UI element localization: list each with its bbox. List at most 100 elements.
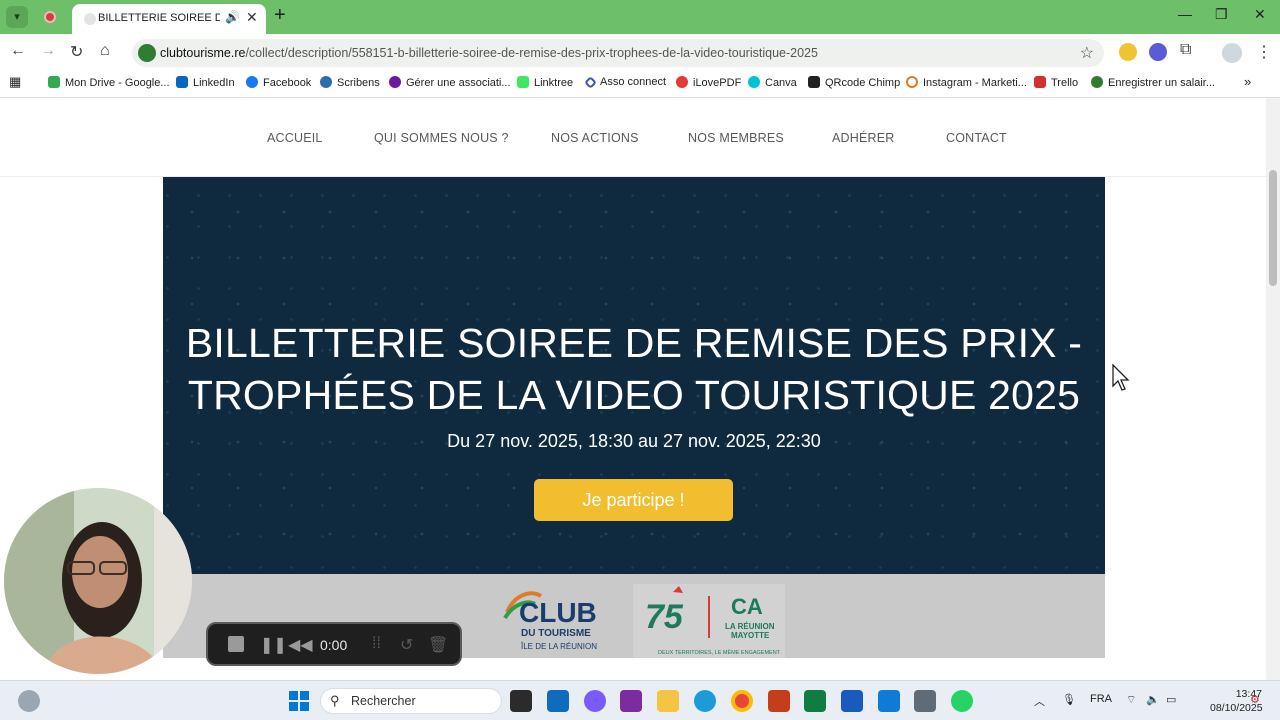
extensions-puzzle-icon[interactable]: ⧉: [1180, 41, 1191, 59]
calculator-icon[interactable]: [914, 690, 936, 712]
browser-tab-active[interactable]: BILLETTERIE SOIREE DE REMISE 🔊 ✕: [72, 4, 266, 34]
participate-button[interactable]: Je participe !: [534, 479, 733, 521]
profile-avatar[interactable]: [1222, 43, 1242, 63]
bookmark-item[interactable]: Scribens: [320, 76, 380, 89]
outlook-icon[interactable]: [547, 690, 569, 712]
bookmark-label: Facebook: [263, 77, 312, 89]
bookmark-item[interactable]: Mon Drive - Google...: [48, 76, 170, 89]
grid-icon[interactable]: ⁞⁞: [372, 635, 381, 653]
drive-icon: [48, 76, 60, 88]
trello-icon: [1034, 76, 1046, 88]
tab-search-button[interactable]: ▾: [6, 6, 28, 28]
tab-close-icon[interactable]: ✕: [246, 9, 258, 26]
site-info-icon[interactable]: [138, 44, 156, 62]
bookmark-label: Trello: [1051, 77, 1079, 89]
apps-grid-icon[interactable]: ▦: [9, 74, 21, 90]
bookmark-item[interactable]: LinkedIn: [176, 76, 235, 89]
widgets-icon[interactable]: [18, 690, 40, 712]
ca-line: LA RÉUNION: [725, 622, 775, 631]
nav-qui-sommes-nous[interactable]: QUI SOMMES NOUS ?: [374, 131, 509, 145]
bookmark-item[interactable]: Asso connect: [584, 76, 666, 89]
address-bar[interactable]: clubtourisme.re/collect/description/5581…: [132, 39, 1104, 67]
tab-title: BILLETTERIE SOIREE DE REMISE: [98, 12, 220, 24]
restart-icon[interactable]: ↺: [400, 635, 413, 655]
back-icon[interactable]: ←: [10, 42, 26, 60]
language-indicator[interactable]: FRA: [1090, 693, 1112, 705]
volume-icon[interactable]: 🔈: [1146, 693, 1160, 706]
nav-nos-actions[interactable]: NOS ACTIONS: [551, 131, 639, 145]
whatsapp-icon[interactable]: [951, 690, 973, 712]
microphone-icon[interactable]: 🎙: [1062, 693, 1076, 706]
bookmark-label: Mon Drive - Google...: [65, 77, 170, 89]
delete-icon[interactable]: 🗑: [428, 635, 448, 655]
bookmark-item[interactable]: Gérer une associati...: [389, 76, 511, 89]
url-host: clubtourisme.re: [160, 46, 246, 60]
scrollbar-thumb[interactable]: [1269, 170, 1277, 286]
browser-menu-icon[interactable]: ⋮: [1256, 42, 1272, 62]
windows-taskbar: ⚲ Rechercher ︿ 🎙 FRA ⌔ 🔈 ▭ 13:47 08/10/2…: [0, 680, 1280, 720]
bookmark-item[interactable]: iLovePDF: [676, 76, 741, 89]
facebook-icon: [246, 76, 258, 88]
wifi-icon[interactable]: ⌔: [1126, 693, 1136, 707]
webcam-overlay: [4, 488, 192, 674]
rewind-icon[interactable]: ◀◀: [288, 635, 313, 655]
tab-audio-icon[interactable]: 🔊: [225, 10, 240, 24]
notification-icon[interactable]: ⚙: [1250, 693, 1260, 706]
event-title-line: BILLETTERIE SOIREE DE REMISE DES PRIX -: [185, 320, 1083, 366]
minimize-button[interactable]: —: [1178, 6, 1192, 22]
nav-accueil[interactable]: ACCUEIL: [267, 131, 323, 145]
maximize-button[interactable]: ❐: [1215, 6, 1228, 23]
powerpoint-icon[interactable]: [768, 690, 790, 712]
battery-icon[interactable]: ▭: [1166, 693, 1176, 706]
task-view-icon[interactable]: [510, 690, 532, 712]
bookmark-item[interactable]: QRcode Chimp: [808, 76, 900, 89]
outlook-new-icon[interactable]: [878, 690, 900, 712]
canva-icon: [748, 76, 760, 88]
stop-icon[interactable]: [228, 636, 244, 652]
tray-overflow-icon[interactable]: ︿: [1034, 693, 1045, 709]
ca-75-text: 75: [645, 598, 684, 636]
instagram-icon: [906, 76, 918, 88]
home-icon[interactable]: ⌂: [100, 42, 110, 60]
club-tourisme-logo: CLUB DU TOURISME ÎLE DE LA RÉUNION: [503, 591, 597, 651]
onenote-icon[interactable]: [620, 690, 642, 712]
nav-contact[interactable]: CONTACT: [946, 131, 1007, 145]
window-close-button[interactable]: ✕: [1254, 6, 1266, 23]
screen-recorder-controls: ❚❚ ◀◀ 0:00 ⁞⁞ ↺ 🗑: [206, 622, 462, 666]
bookmark-item[interactable]: Instagram - Marketi...: [906, 76, 1027, 89]
bookmark-icon: [1091, 76, 1103, 88]
mouse-cursor-icon: [1112, 364, 1130, 391]
bookmark-star-icon[interactable]: ☆: [1080, 43, 1094, 63]
extension-icon[interactable]: [1119, 43, 1137, 61]
bookmark-item[interactable]: Linktree: [517, 76, 573, 89]
copilot-icon[interactable]: [584, 690, 606, 712]
forward-icon[interactable]: →: [40, 42, 56, 60]
chrome-icon[interactable]: [731, 690, 753, 712]
event-date: Du 27 nov. 2025, 18:30 au 27 nov. 2025, …: [447, 431, 821, 451]
edge-icon[interactable]: [694, 690, 716, 712]
taskbar-search[interactable]: ⚲ Rechercher: [320, 688, 502, 714]
qrcode-icon: [808, 76, 820, 88]
bookmark-item[interactable]: Facebook: [246, 76, 311, 89]
recording-timer: 0:00: [320, 637, 348, 653]
word-icon[interactable]: [841, 690, 863, 712]
page-scrollbar[interactable]: [1266, 98, 1280, 680]
new-tab-button[interactable]: +: [274, 4, 286, 27]
file-explorer-icon[interactable]: [657, 690, 679, 712]
assoconnect-icon: [584, 76, 597, 89]
windows-start-icon[interactable]: [288, 690, 310, 712]
nav-nos-membres[interactable]: NOS MEMBRES: [688, 131, 784, 145]
extension-icon[interactable]: [1149, 43, 1167, 61]
credit-agricole-75-logo: 75 CA LA RÉUNION MAYOTTE DEUX TERRITOIRE…: [633, 584, 785, 658]
reload-icon[interactable]: ↻: [70, 42, 83, 62]
association-icon: [389, 76, 401, 88]
bookmark-item[interactable]: Trello: [1034, 76, 1078, 89]
bookmark-item[interactable]: Enregistrer un salair...: [1091, 76, 1215, 89]
ca-tagline: DEUX TERRITOIRES, LE MÊME ENGAGEMENT: [658, 648, 781, 656]
bookmarks-overflow-icon[interactable]: »: [1244, 74, 1251, 89]
pause-icon[interactable]: ❚❚: [260, 635, 287, 655]
bookmark-item[interactable]: Canva: [748, 76, 797, 89]
excel-icon[interactable]: [804, 690, 826, 712]
club-logo-text: CLUB: [519, 597, 597, 628]
nav-adherer[interactable]: ADHÉRER: [832, 131, 895, 145]
